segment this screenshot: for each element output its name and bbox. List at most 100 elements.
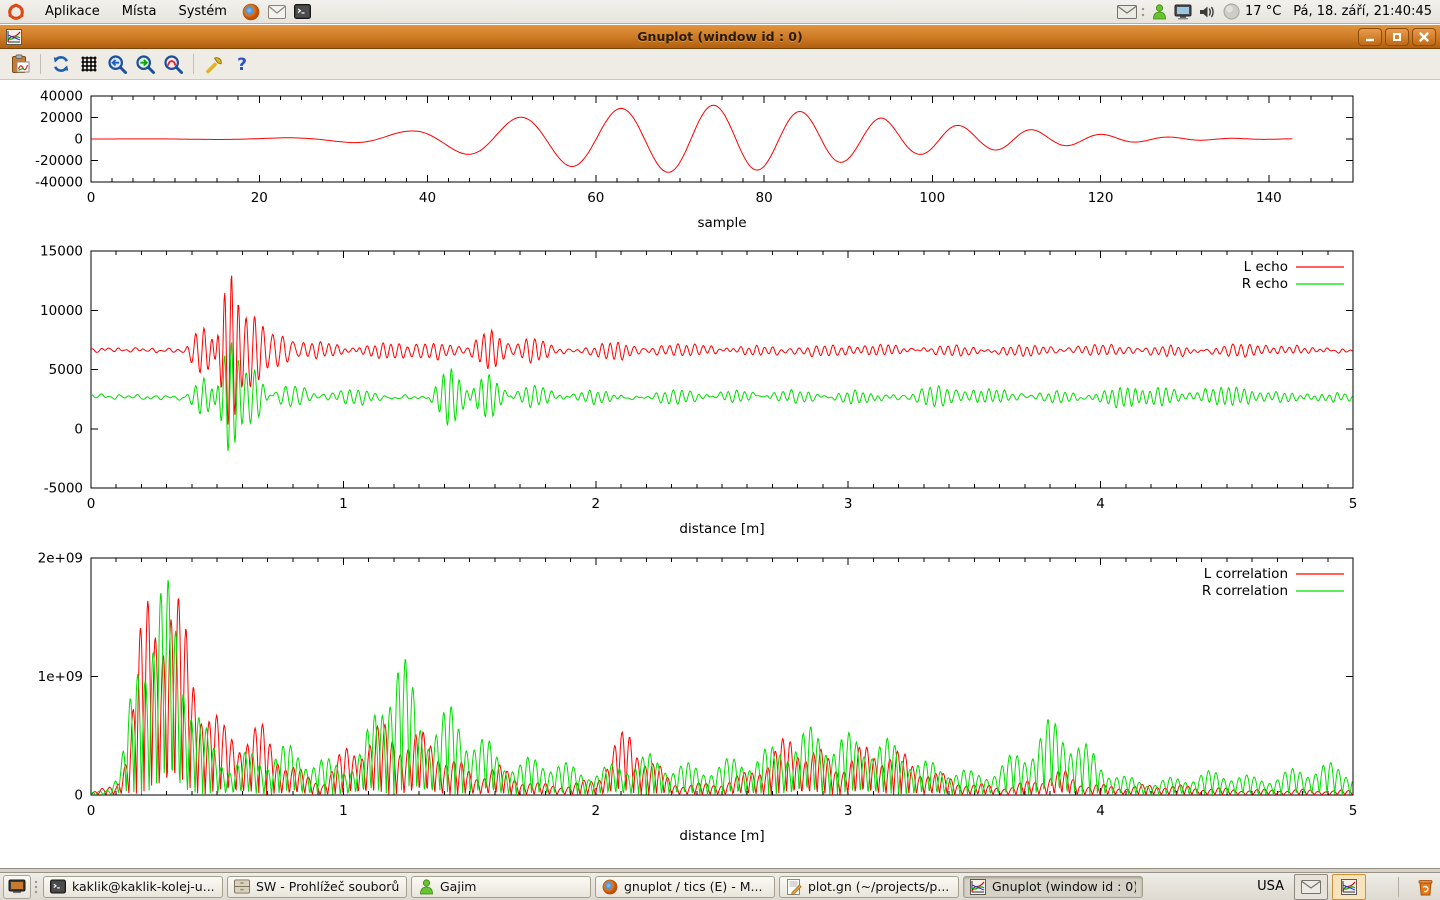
keyboard-layout-indicator[interactable]: USA <box>1257 879 1284 894</box>
svg-text:1: 1 <box>339 803 348 819</box>
refresh-button[interactable] <box>48 51 74 77</box>
svg-text:1e+09: 1e+09 <box>38 669 83 685</box>
chart-canvas[interactable]: 02040608010012014040000200000-20000-4000… <box>0 80 1440 868</box>
svg-text:R correlation: R correlation <box>1202 583 1288 599</box>
svg-text:5: 5 <box>1349 803 1358 819</box>
toolbar-separator <box>40 54 41 74</box>
gnuplot-toolbar: ? <box>0 49 1440 80</box>
taskbar-item-label: SW - Prohlížeč souborů <box>256 879 399 894</box>
maximize-button[interactable] <box>1385 28 1409 46</box>
options-button[interactable] <box>201 51 227 77</box>
window-titlebar[interactable]: Gnuplot (window id : 0) <box>0 25 1440 49</box>
firefox-launcher-icon[interactable] <box>241 2 261 22</box>
copy-to-clipboard-button[interactable] <box>7 51 33 77</box>
svg-text:0: 0 <box>87 496 96 512</box>
desktop: Aplikace Místa Systém 17 °C Pá, 18. září… <box>0 0 1440 900</box>
window-title: Gnuplot (window id : 0) <box>0 25 1440 49</box>
clock[interactable]: Pá, 18. září, 21:40:45 <box>1293 4 1432 19</box>
user-status-icon[interactable] <box>1149 2 1169 22</box>
tray-separator <box>1398 877 1399 897</box>
svg-text:5000: 5000 <box>49 362 83 378</box>
gnuplot-tray-button[interactable] <box>1332 874 1366 900</box>
svg-text:4: 4 <box>1096 496 1105 512</box>
grid-button[interactable] <box>76 51 102 77</box>
taskbar-item-terminal[interactable]: kaklik@kaklik-kolej-u... <box>43 876 223 898</box>
svg-text:4: 4 <box>1096 803 1105 819</box>
svg-text:80: 80 <box>756 190 773 206</box>
mail-launcher-icon[interactable] <box>267 2 287 22</box>
gnome-top-panel: Aplikace Místa Systém 17 °C Pá, 18. září… <box>0 0 1440 24</box>
svg-text:-40000: -40000 <box>35 175 83 191</box>
toolbar-separator <box>193 54 194 74</box>
svg-text:1: 1 <box>339 496 348 512</box>
mail-notification-icon[interactable] <box>1117 2 1137 22</box>
minimize-button[interactable] <box>1358 28 1382 46</box>
taskbar-item-label: plot.gn (~/projects/p... <box>808 879 949 894</box>
show-desktop-button[interactable] <box>3 875 31 899</box>
taskbar-item-label: gnuplot / tics (E) - M... <box>624 879 762 894</box>
svg-text:20: 20 <box>251 190 268 206</box>
taskbar-item-filemanager[interactable]: SW - Prohlížeč souborů <box>227 876 407 898</box>
taskbar-item-label: Gnuplot (window id : 0) <box>992 879 1136 894</box>
zoom-next-button[interactable] <box>132 51 158 77</box>
panel-tray: 17 °C Pá, 18. září, 21:40:45 <box>1115 0 1440 24</box>
svg-text:R echo: R echo <box>1242 276 1288 292</box>
tray-separator <box>1140 4 1146 20</box>
gnuplot-icon <box>970 879 986 895</box>
menu-applications[interactable]: Aplikace <box>34 0 111 24</box>
svg-text:0: 0 <box>87 190 96 206</box>
svg-text:5: 5 <box>1349 496 1358 512</box>
menu-system[interactable]: Systém <box>167 0 237 24</box>
svg-text:40: 40 <box>419 190 436 206</box>
trash-icon[interactable] <box>1415 877 1435 897</box>
svg-text:?: ? <box>237 55 247 74</box>
autoscale-button[interactable] <box>160 51 186 77</box>
display-icon[interactable] <box>1173 2 1193 22</box>
zoom-previous-button[interactable] <box>104 51 130 77</box>
taskbar: kaklik@kaklik-kolej-u... SW - Prohlížeč s… <box>43 876 1147 898</box>
bottom-tray: USA <box>1257 874 1437 900</box>
svg-text:3: 3 <box>844 803 853 819</box>
svg-text:60: 60 <box>587 190 604 206</box>
svg-text:40000: 40000 <box>40 89 83 105</box>
svg-text:2e+09: 2e+09 <box>38 551 83 567</box>
svg-text:15000: 15000 <box>40 244 83 260</box>
menu-places[interactable]: Místa <box>111 0 168 24</box>
terminal-launcher-icon[interactable] <box>293 2 313 22</box>
temperature: 17 °C <box>1245 4 1281 19</box>
mail-tray-button[interactable] <box>1294 874 1328 900</box>
svg-text:2: 2 <box>592 496 601 512</box>
ubuntu-menu-icon[interactable] <box>6 2 26 22</box>
panel-handle[interactable] <box>33 878 40 896</box>
close-button[interactable] <box>1412 28 1436 46</box>
volume-icon[interactable] <box>1197 2 1217 22</box>
taskbar-item-gajim[interactable]: Gajim <box>411 876 591 898</box>
taskbar-item-label: kaklik@kaklik-kolej-u... <box>72 879 215 894</box>
svg-text:0: 0 <box>74 788 83 804</box>
filemanager-icon <box>234 879 250 895</box>
editor-icon <box>786 879 802 895</box>
svg-text:0: 0 <box>87 803 96 819</box>
taskbar-item-label: Gajim <box>440 879 476 894</box>
svg-text:L echo: L echo <box>1244 259 1288 275</box>
svg-text:2: 2 <box>592 803 601 819</box>
svg-text:20000: 20000 <box>40 110 83 126</box>
svg-text:0: 0 <box>74 132 83 148</box>
svg-text:L correlation: L correlation <box>1204 566 1288 582</box>
taskbar-item-firefox[interactable]: gnuplot / tics (E) - M... <box>595 876 775 898</box>
svg-text:140: 140 <box>1256 190 1282 206</box>
svg-text:sample: sample <box>697 215 746 231</box>
firefox-icon <box>602 879 618 895</box>
svg-text:distance [m]: distance [m] <box>679 828 764 844</box>
svg-text:0: 0 <box>74 421 83 437</box>
svg-text:-5000: -5000 <box>44 481 83 497</box>
taskbar-item-editor[interactable]: plot.gn (~/projects/p... <box>779 876 959 898</box>
gajim-icon <box>418 879 434 895</box>
svg-text:3: 3 <box>844 496 853 512</box>
help-button[interactable]: ? <box>229 51 255 77</box>
svg-text:distance [m]: distance [m] <box>679 521 764 537</box>
terminal-icon <box>50 879 66 895</box>
weather-icon[interactable] <box>1221 2 1241 22</box>
taskbar-item-gnuplot[interactable]: Gnuplot (window id : 0) <box>963 876 1143 898</box>
svg-text:100: 100 <box>919 190 945 206</box>
